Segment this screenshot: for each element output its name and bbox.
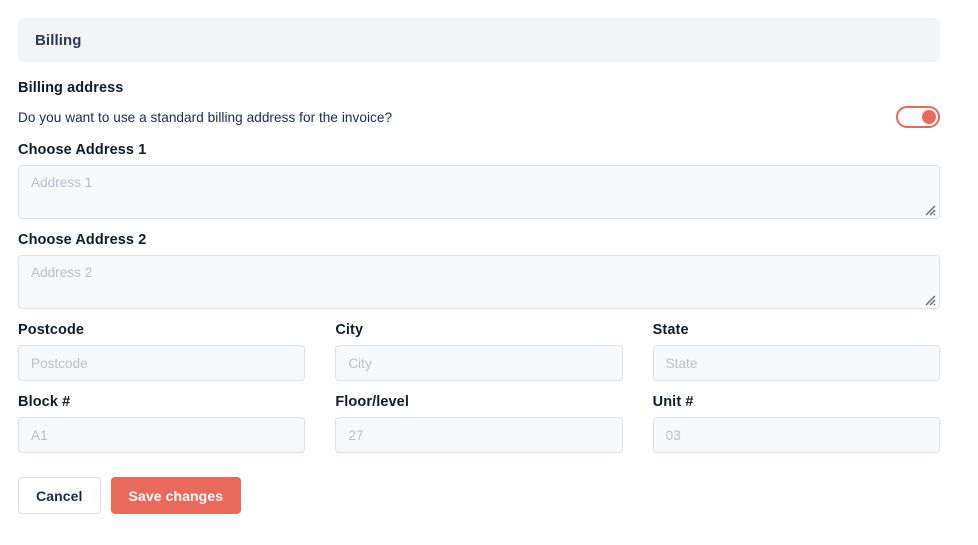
address2-label: Choose Address 2 xyxy=(18,232,147,248)
form-actions: Cancel Save changes xyxy=(18,477,940,514)
city-input[interactable] xyxy=(335,345,623,381)
address1-label: Choose Address 1 xyxy=(18,142,147,158)
standard-billing-address-toggle[interactable] xyxy=(896,106,940,128)
billing-form: Billing address Do you want to use a sta… xyxy=(18,80,950,514)
postcode-field-group: Postcode xyxy=(18,309,306,381)
billing-address-heading: Billing address xyxy=(18,80,124,96)
cancel-button[interactable]: Cancel xyxy=(18,477,101,514)
floor-label: Floor/level xyxy=(335,394,409,410)
resize-grip-icon xyxy=(925,295,936,306)
standard-address-row: Do you want to use a standard billing ad… xyxy=(18,105,940,129)
page-title: Billing xyxy=(35,31,82,49)
address-unit-row: Block # Floor/level Unit # xyxy=(18,381,940,453)
address1-placeholder: Address 1 xyxy=(31,175,93,190)
postcode-input[interactable] xyxy=(18,345,306,381)
address-locality-row: Postcode City State xyxy=(18,309,940,381)
floor-field-group: Floor/level xyxy=(335,381,623,453)
unit-field-group: Unit # xyxy=(652,381,940,453)
unit-label: Unit # xyxy=(652,394,694,410)
standard-address-prompt: Do you want to use a standard billing ad… xyxy=(18,109,393,125)
floor-input[interactable] xyxy=(335,417,623,453)
block-field-group: Block # xyxy=(18,381,306,453)
block-input[interactable] xyxy=(18,417,306,453)
city-field-group: City xyxy=(335,309,623,381)
state-field-group: State xyxy=(652,309,940,381)
postcode-label: Postcode xyxy=(18,322,85,338)
resize-grip-icon xyxy=(925,205,936,216)
address1-textarea[interactable]: Address 1 xyxy=(18,165,940,219)
billing-settings-page: Billing Billing address Do you want to u… xyxy=(0,0,978,545)
save-changes-button[interactable]: Save changes xyxy=(110,477,242,514)
address2-textarea[interactable]: Address 2 xyxy=(18,255,940,309)
block-label: Block # xyxy=(18,394,71,410)
city-label: City xyxy=(335,322,364,338)
section-header: Billing xyxy=(18,18,940,62)
unit-input[interactable] xyxy=(652,417,940,453)
toggle-knob xyxy=(922,110,936,124)
state-label: State xyxy=(652,322,689,338)
address2-placeholder: Address 2 xyxy=(31,265,93,280)
state-input[interactable] xyxy=(652,345,940,381)
